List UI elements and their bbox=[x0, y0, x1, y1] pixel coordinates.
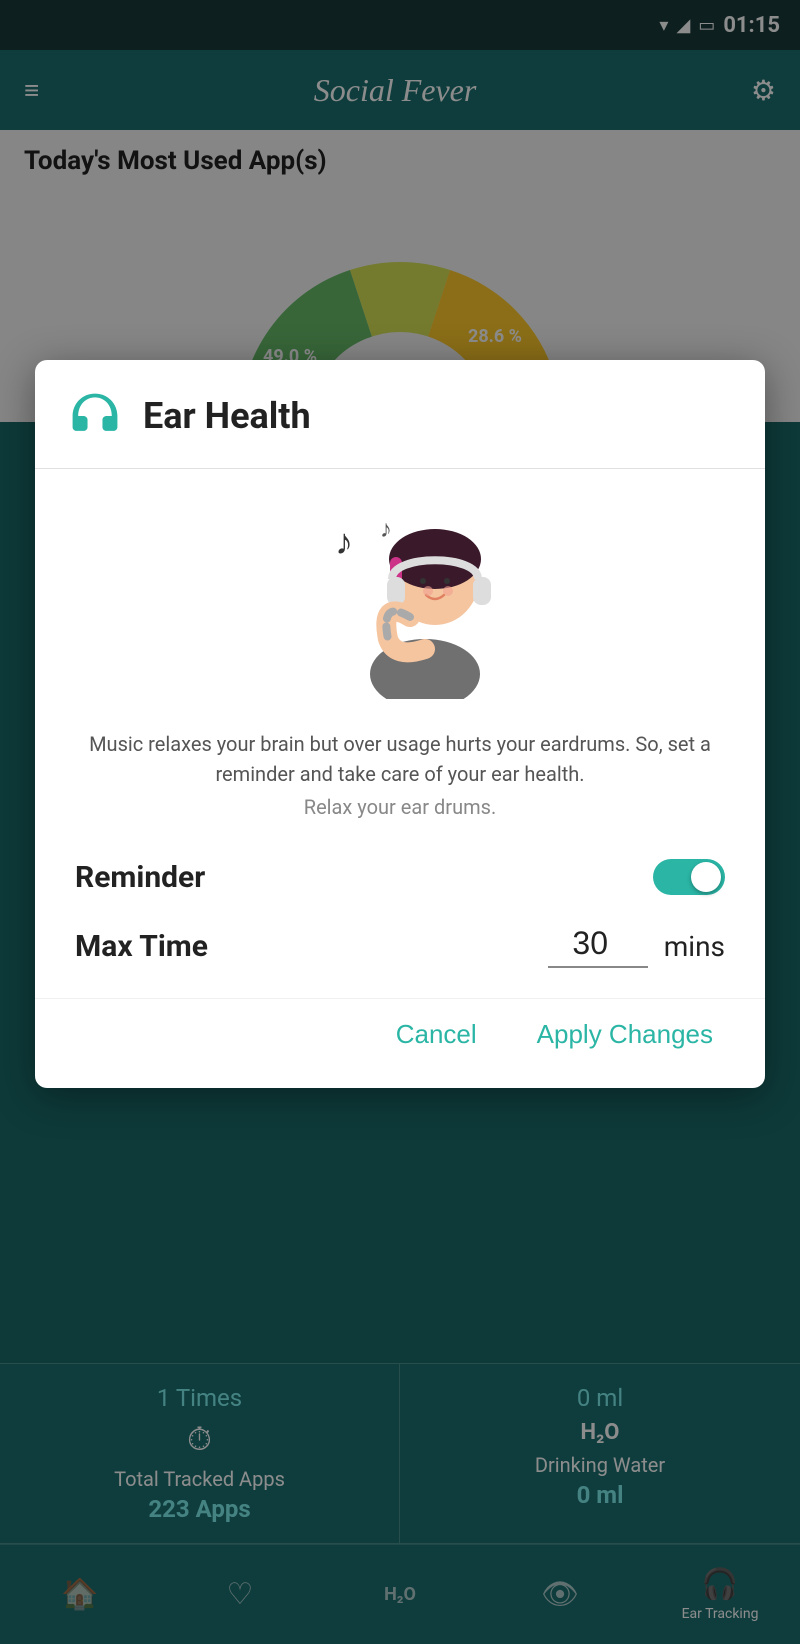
modal-overlay[interactable]: Ear Health ♪ ♪ bbox=[0, 0, 800, 1644]
max-time-row: Max Time mins bbox=[35, 915, 765, 998]
headphone-icon bbox=[67, 388, 123, 444]
modal-illustration: ♪ ♪ bbox=[35, 469, 765, 719]
modal-header: Ear Health bbox=[35, 360, 765, 469]
apply-changes-button[interactable]: Apply Changes bbox=[517, 1009, 733, 1060]
reminder-row: Reminder bbox=[35, 839, 765, 915]
svg-text:♪: ♪ bbox=[335, 521, 353, 563]
svg-text:♪: ♪ bbox=[380, 515, 392, 543]
toggle-knob bbox=[691, 862, 721, 892]
max-time-label: Max Time bbox=[75, 929, 208, 964]
modal-description: Music relaxes your brain but over usage … bbox=[75, 729, 725, 789]
modal-actions: Cancel Apply Changes bbox=[35, 998, 765, 1088]
max-time-input[interactable] bbox=[548, 925, 648, 968]
modal-body-text: Music relaxes your brain but over usage … bbox=[35, 719, 765, 839]
modal-title: Ear Health bbox=[143, 395, 311, 437]
reminder-toggle[interactable] bbox=[653, 859, 725, 895]
girl-illustration: ♪ ♪ bbox=[280, 499, 520, 699]
max-time-input-group: mins bbox=[548, 925, 725, 968]
ear-health-modal: Ear Health ♪ ♪ bbox=[35, 360, 765, 1088]
cancel-button[interactable]: Cancel bbox=[376, 1009, 497, 1060]
modal-subtext: Relax your ear drums. bbox=[75, 795, 725, 819]
max-time-unit: mins bbox=[664, 930, 725, 963]
reminder-label: Reminder bbox=[75, 860, 205, 895]
